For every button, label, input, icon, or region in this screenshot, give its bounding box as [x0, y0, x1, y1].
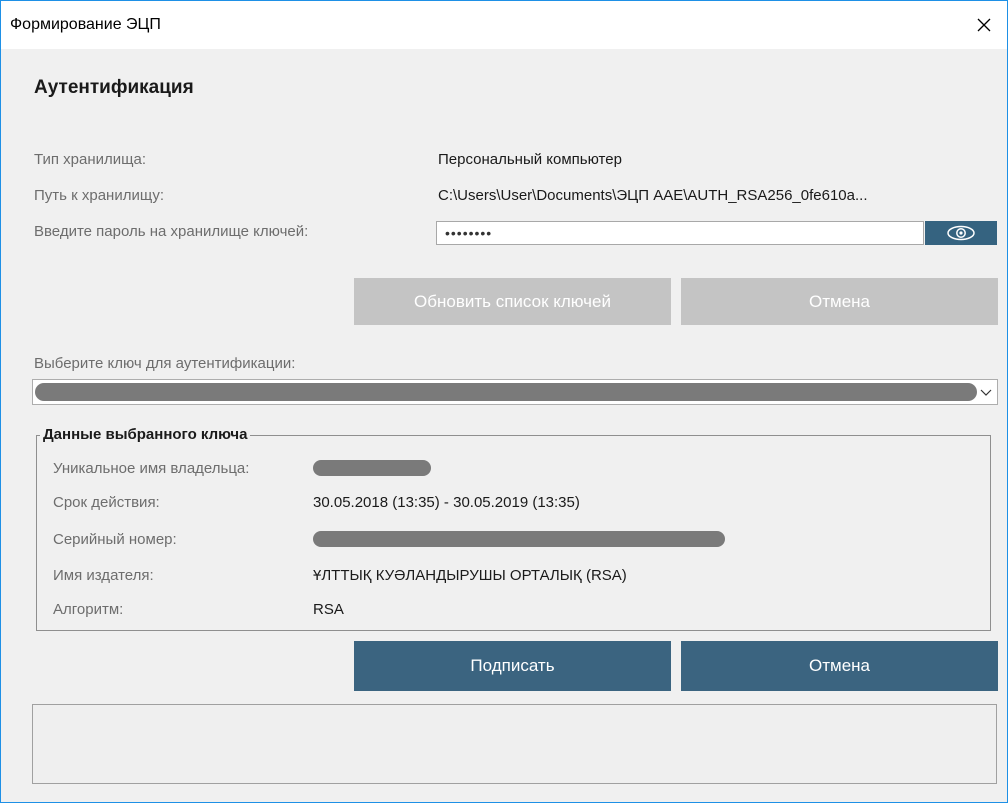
title-bar: Формирование ЭЦП — [1, 1, 1007, 49]
key-details-legend: Данные выбранного ключа — [40, 426, 251, 443]
cancel-top-button[interactable]: Отмена — [681, 278, 998, 325]
owner-label: Уникальное имя владельца: — [53, 460, 250, 477]
serial-label: Серийный номер: — [53, 531, 177, 548]
storage-path-value: C:\Users\User\Documents\ЭЦП AAE\AUTH_RSA… — [438, 187, 868, 204]
chevron-down-icon — [980, 389, 992, 396]
show-password-button[interactable] — [925, 221, 997, 245]
password-label: Введите пароль на хранилище ключей: — [34, 223, 309, 240]
storage-type-label: Тип хранилища: — [34, 151, 147, 168]
status-message-area — [32, 704, 997, 784]
validity-label: Срок действия: — [53, 494, 160, 511]
storage-type-value: Персональный компьютер — [438, 151, 622, 168]
key-select-label: Выберите ключ для аутентификации: — [34, 355, 296, 372]
algorithm-value: RSA — [313, 601, 344, 618]
close-button[interactable] — [961, 1, 1007, 49]
redacted-serial-number — [313, 531, 725, 547]
close-icon — [977, 18, 991, 32]
key-select-dropdown[interactable] — [32, 379, 998, 405]
issuer-value: ҰЛТТЫҚ КУӘЛАНДЫРУШЫ ОРТАЛЫҚ (RSA) — [313, 567, 627, 584]
redacted-key-name — [35, 383, 977, 401]
redacted-owner-name — [313, 460, 431, 476]
window-title: Формирование ЭЦП — [10, 16, 161, 33]
sign-button[interactable]: Подписать — [354, 641, 671, 691]
refresh-keys-button[interactable]: Обновить список ключей — [354, 278, 671, 325]
password-field[interactable]: •••••••• — [436, 221, 924, 245]
cancel-bottom-button[interactable]: Отмена — [681, 641, 998, 691]
storage-path-label: Путь к хранилищу: — [34, 187, 165, 204]
eye-icon — [947, 225, 975, 241]
dialog-window: Формирование ЭЦП Аутентификация Тип хран… — [0, 0, 1008, 803]
algorithm-label: Алгоритм: — [53, 601, 124, 618]
page-title: Аутентификация — [34, 77, 194, 98]
issuer-label: Имя издателя: — [53, 567, 154, 584]
validity-value: 30.05.2018 (13:35) - 30.05.2019 (13:35) — [313, 494, 580, 511]
